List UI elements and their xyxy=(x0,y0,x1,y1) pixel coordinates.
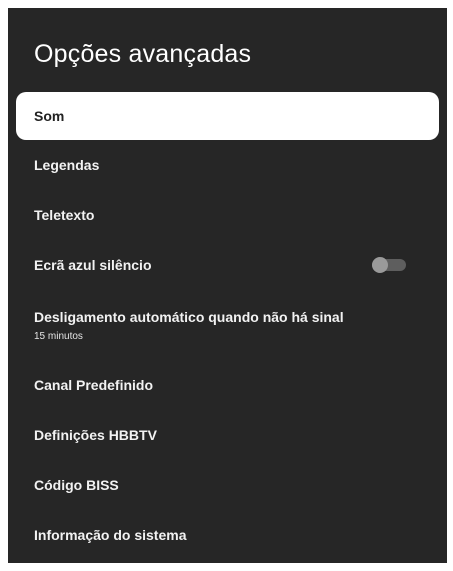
menu-item-label: Som xyxy=(34,108,65,124)
menu-item-label: Desligamento automático quando não há si… xyxy=(34,308,344,325)
toggle-knob xyxy=(372,257,388,273)
menu-item-hbbtv-settings[interactable]: Definições HBBTV xyxy=(8,410,447,460)
menu-item-label: Definições HBBTV xyxy=(34,427,157,443)
menu-item-subtitles[interactable]: Legendas xyxy=(8,140,447,190)
menu-item-label: Legendas xyxy=(34,157,100,173)
blue-screen-toggle[interactable] xyxy=(372,257,406,273)
settings-menu: Som Legendas Teletexto Ecrã azul silênci… xyxy=(8,92,447,560)
menu-item-biss-code[interactable]: Código BISS xyxy=(8,460,447,510)
menu-item-system-info[interactable]: Informação do sistema xyxy=(8,510,447,560)
menu-item-auto-off[interactable]: Desligamento automático quando não há si… xyxy=(8,290,447,360)
menu-item-teletext[interactable]: Teletexto xyxy=(8,190,447,240)
menu-item-blue-screen[interactable]: Ecrã azul silêncio xyxy=(8,240,447,290)
menu-item-label: Informação do sistema xyxy=(34,527,187,543)
menu-item-label: Canal Predefinido xyxy=(34,377,154,393)
page-title: Opções avançadas xyxy=(34,40,252,68)
menu-item-label: Teletexto xyxy=(34,207,95,223)
menu-item-value: 15 minutos xyxy=(34,330,83,342)
advanced-options-panel: Opções avançadas Som Legendas Teletexto … xyxy=(8,8,447,563)
menu-item-sound[interactable]: Som xyxy=(16,92,439,140)
menu-item-label: Código BISS xyxy=(34,477,119,493)
menu-item-default-channel[interactable]: Canal Predefinido xyxy=(8,360,447,410)
